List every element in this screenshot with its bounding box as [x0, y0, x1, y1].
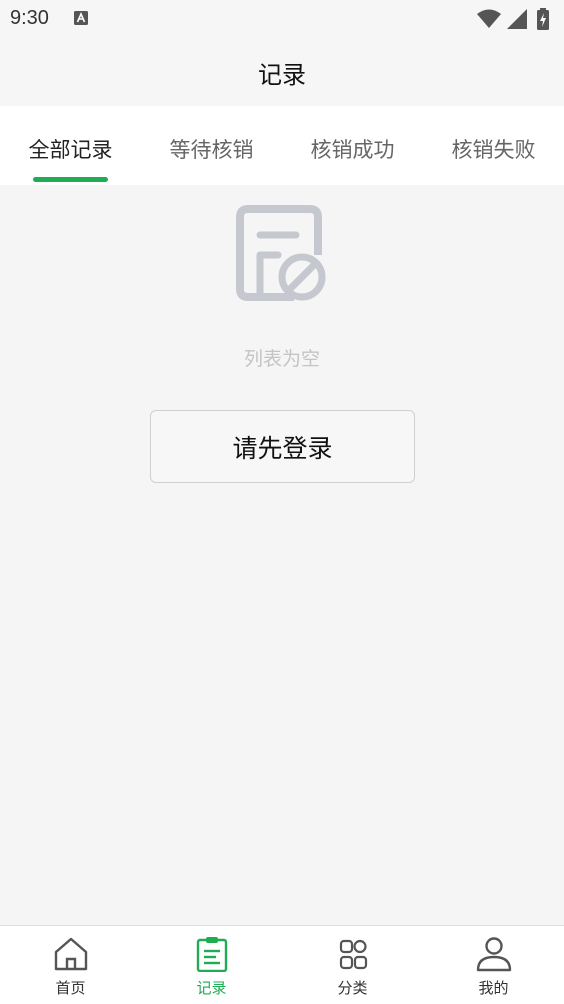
bottom-nav: 首页 记录 分类 我的 — [0, 925, 564, 1004]
tab-active-indicator — [33, 177, 108, 182]
tab-label: 等待核销 — [169, 138, 254, 162]
status-time: 9:30 — [10, 7, 49, 29]
login-button[interactable]: 请先登录 — [150, 410, 415, 483]
grid-icon — [339, 939, 368, 970]
status-icons — [476, 8, 556, 30]
tab-label: 核销成功 — [310, 138, 395, 162]
page-title: 记录 — [258, 60, 306, 89]
signal-icon — [507, 9, 527, 29]
nav-category[interactable]: 分类 — [282, 926, 423, 1004]
nav-records[interactable]: 记录 — [141, 926, 282, 1004]
battery-charging-icon — [537, 8, 549, 30]
text-a-icon — [74, 11, 88, 25]
app-header: 记录 — [0, 38, 564, 106]
status-bar: 9:30 — [0, 0, 564, 38]
user-icon — [476, 937, 512, 972]
nav-label: 分类 — [337, 979, 368, 997]
nav-label: 我的 — [478, 979, 509, 997]
empty-list-text: 列表为空 — [243, 348, 320, 370]
tab-bar: 全部记录 等待核销 核销成功 核销失败 — [0, 106, 564, 185]
tab-failed[interactable]: 核销失败 — [423, 106, 564, 185]
tab-label: 核销失败 — [451, 138, 536, 162]
tab-success[interactable]: 核销成功 — [282, 106, 423, 185]
tab-label: 全部记录 — [28, 138, 113, 162]
tab-all-records[interactable]: 全部记录 — [0, 106, 141, 185]
clipboard-icon — [196, 937, 228, 972]
empty-document-icon — [236, 205, 326, 301]
nav-home[interactable]: 首页 — [0, 926, 141, 1004]
nav-profile[interactable]: 我的 — [423, 926, 564, 1004]
wifi-icon — [477, 9, 501, 28]
login-button-label: 请先登录 — [232, 433, 333, 463]
nav-label: 首页 — [55, 979, 86, 997]
tab-pending[interactable]: 等待核销 — [141, 106, 282, 185]
nav-label: 记录 — [196, 979, 227, 997]
home-icon — [54, 937, 88, 971]
